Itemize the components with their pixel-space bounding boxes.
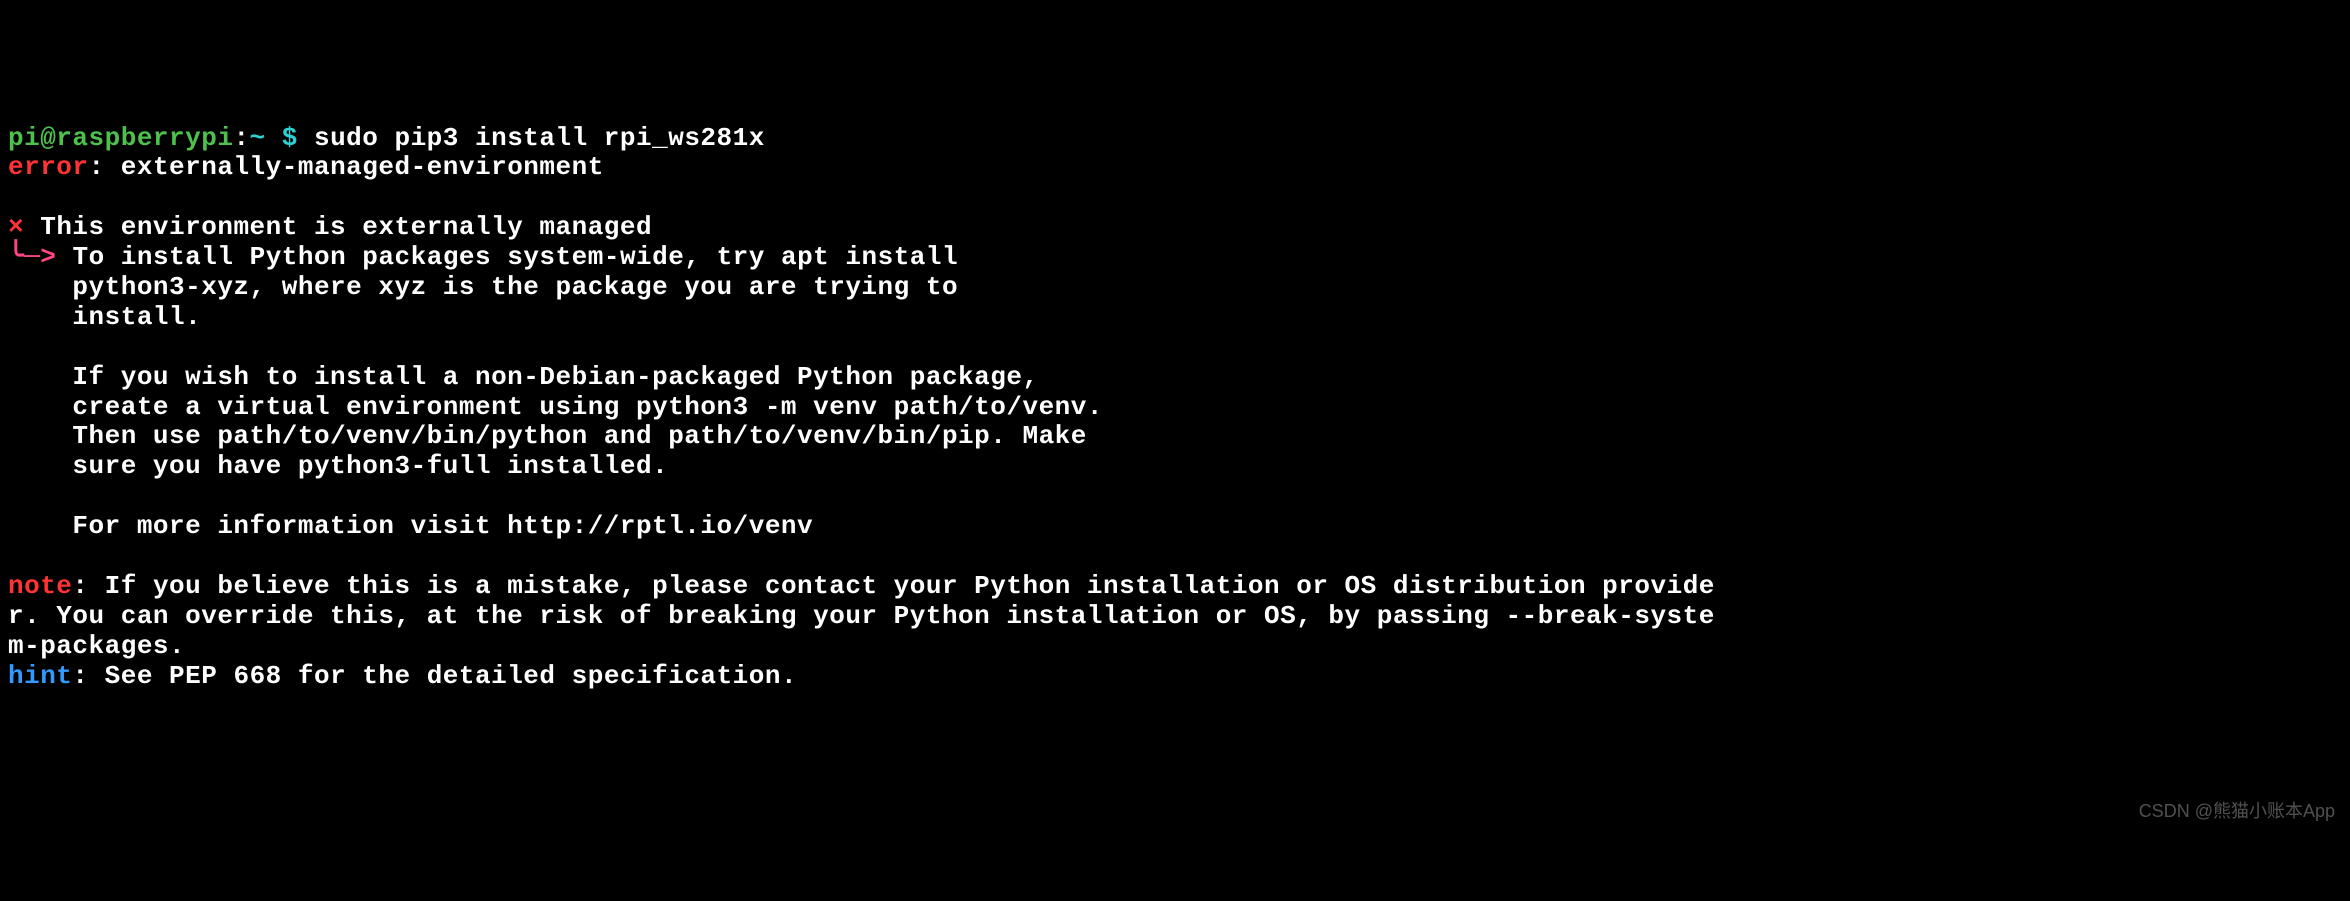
error-msg: externally-managed-environment [121,152,604,182]
block-line-6: Then use path/to/venv/bin/python and pat… [8,421,1087,451]
note-label: note [8,571,72,601]
error-line: error: externally-managed-environment [8,152,604,182]
hint-sep: : [72,661,104,691]
hint-line: hint: See PEP 668 for the detailed speci… [8,661,797,691]
command-text: sudo pip3 install rpi_ws281x [298,123,765,153]
error-sep: : [89,152,121,182]
block-line-0: To install Python packages system-wide, … [56,242,958,272]
terminal-output: pi@raspberrypi:~ $ sudo pip3 install rpi… [8,124,2342,692]
prompt-path: ~ $ [250,123,298,153]
block-line-3 [8,332,72,362]
block-header-text: This environment is externally managed [24,212,652,242]
watermark: CSDN @熊猫小账本App [2139,801,2335,822]
error-label: error [8,152,89,182]
note-line: note: If you believe this is a mistake, … [8,571,1715,661]
hint-label: hint [8,661,72,691]
block-line-2: install. [8,302,201,332]
block-line-4: If you wish to install a non-Debian-pack… [8,362,1039,392]
note-sep: : [72,571,104,601]
error-block-header: × This environment is externally managed [8,212,652,242]
arrow-icon: ╰─> [8,242,56,272]
block-line-7: sure you have python3-full installed. [8,451,668,481]
note-text: If you believe this is a mistake, please… [8,571,1715,661]
prompt-user: pi@raspberrypi [8,123,233,153]
cross-icon: × [8,212,24,242]
prompt-line: pi@raspberrypi:~ $ sudo pip3 install rpi… [8,123,765,153]
hint-text: See PEP 668 for the detailed specificati… [105,661,797,691]
block-line-8 [8,481,72,511]
block-line-5: create a virtual environment using pytho… [8,392,1103,422]
error-block-body: ╰─> To install Python packages system-wi… [8,242,1103,541]
block-line-9: For more information visit http://rptl.i… [8,511,813,541]
prompt-colon: : [233,123,249,153]
block-line-1: python3-xyz, where xyz is the package yo… [8,272,958,302]
